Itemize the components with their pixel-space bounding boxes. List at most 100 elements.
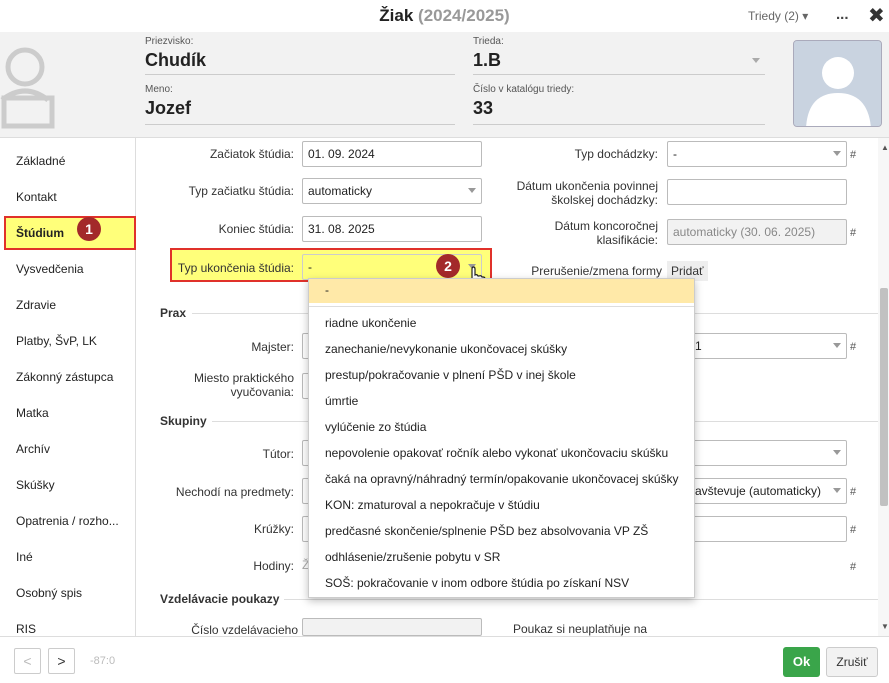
student-photo[interactable] bbox=[793, 40, 882, 127]
zaciatok-label: Začiatok štúdia: bbox=[209, 147, 294, 161]
datum-konc-label-1: Dátum koncoročnej bbox=[554, 219, 658, 233]
prax-section-title: Prax bbox=[160, 306, 187, 320]
triedy-dropdown[interactable]: Triedy (2) ▾ bbox=[748, 9, 808, 23]
miesto-label-1: Miesto praktického bbox=[193, 371, 294, 385]
dropdown-option[interactable]: riadne ukončenie bbox=[325, 316, 416, 330]
sidebar-item-ris[interactable]: RIS bbox=[16, 622, 36, 636]
user-laptop-icon bbox=[0, 47, 55, 129]
sidebar-item-skusky[interactable]: Skúšky bbox=[16, 478, 55, 492]
nechodi-select-right[interactable]: avštevuje (automaticky) bbox=[690, 478, 847, 504]
cancel-button[interactable]: Zrušiť bbox=[826, 647, 878, 677]
koniec-label: Koniec štúdia: bbox=[218, 222, 294, 236]
ok-button[interactable]: Ok bbox=[783, 647, 820, 677]
window-year: (2024/2025) bbox=[418, 6, 510, 25]
sidebar-item-osobny-spis[interactable]: Osobný spis bbox=[16, 586, 82, 600]
sidebar-item-ine[interactable]: Iné bbox=[16, 550, 33, 564]
dropdown-option-highlight bbox=[309, 279, 694, 303]
prerusenie-label: Prerušenie/zmena formy bbox=[531, 264, 662, 278]
caret-down-icon bbox=[468, 188, 476, 193]
more-options-icon[interactable]: ... bbox=[836, 6, 849, 23]
sidebar-item-zdravie[interactable]: Zdravie bbox=[16, 298, 56, 312]
datum-konc-label-2: klasifikácie: bbox=[596, 233, 658, 247]
step-badge-2: 2 bbox=[436, 254, 460, 278]
cislo-value: 33 bbox=[473, 98, 494, 118]
caret-down-icon bbox=[833, 450, 841, 455]
poukaz-label: Poukaz si neuplatňuje na bbox=[513, 622, 648, 636]
trieda-caret-icon[interactable] bbox=[752, 58, 760, 63]
miesto-label-2: vyučovania: bbox=[230, 385, 294, 399]
dropdown-option[interactable]: nepovolenie opakovať ročník alebo vykona… bbox=[325, 446, 668, 460]
scroll-up-icon[interactable]: ▲ bbox=[881, 143, 889, 152]
kruzky-input-right[interactable] bbox=[690, 516, 847, 542]
tutor-select-right[interactable] bbox=[690, 440, 847, 466]
sidebar-item-vysvedcenia[interactable]: Vysvedčenia bbox=[16, 262, 84, 276]
footer: < > -87:0 Ok Zrušiť bbox=[0, 636, 889, 683]
dropdown-option[interactable]: odhlásenie/zrušenie pobytu v SR bbox=[325, 550, 500, 564]
hash-icon[interactable]: # bbox=[850, 149, 856, 161]
sidebar-item-archiv[interactable]: Archív bbox=[16, 442, 50, 456]
student-header: Priezvisko: Chudík Trieda: 1.B Meno: Joz… bbox=[0, 32, 889, 138]
scroll-down-icon[interactable]: ▼ bbox=[881, 622, 889, 631]
typ-dochadzky-label: Typ dochádzky: bbox=[574, 147, 658, 161]
sidebar-item-kontakt[interactable]: Kontakt bbox=[16, 190, 57, 204]
nechodi-label: Nechodí na predmety: bbox=[175, 485, 294, 499]
priezvisko-label: Priezvisko: bbox=[145, 36, 194, 47]
meno-label: Meno: bbox=[145, 84, 173, 95]
cislo-label: Číslo v katalógu triedy: bbox=[473, 84, 575, 95]
cislo-vzd-label: Číslo vzdelávacieho bbox=[191, 623, 298, 637]
hodiny-label: Hodiny: bbox=[253, 559, 294, 573]
majster-label: Majster: bbox=[251, 340, 294, 354]
datum-ukoncenia-label-1: Dátum ukončenia povinnej bbox=[516, 179, 658, 193]
hash-icon[interactable]: # bbox=[850, 524, 856, 536]
dropdown-option[interactable]: vylúčenie zo štúdia bbox=[325, 420, 426, 434]
next-button[interactable]: > bbox=[48, 648, 75, 674]
cislo-vzd-input[interactable] bbox=[302, 618, 482, 636]
hash-icon[interactable]: # bbox=[850, 227, 856, 239]
dropdown-option[interactable]: - bbox=[325, 283, 329, 297]
skupiny-section-title: Skupiny bbox=[160, 414, 207, 428]
caret-down-icon: ▾ bbox=[802, 9, 809, 23]
typ-zaciatku-select[interactable]: automaticky bbox=[302, 178, 482, 204]
scrollbar-thumb[interactable] bbox=[880, 288, 888, 506]
sidebar-item-studium[interactable]: Štúdium bbox=[16, 226, 64, 240]
zaciatok-input[interactable]: 01. 09. 2024 bbox=[302, 141, 482, 167]
dropdown-option[interactable]: SOŠ: pokračovanie v inom odbore štúdia p… bbox=[325, 576, 629, 590]
sidebar-item-matka[interactable]: Matka bbox=[16, 406, 49, 420]
dropdown-option[interactable]: zanechanie/nevykonanie ukončovacej skúšk… bbox=[325, 342, 567, 356]
trieda-value[interactable]: 1.B bbox=[473, 50, 501, 71]
prev-button[interactable]: < bbox=[14, 648, 41, 674]
koniec-input[interactable]: 31. 08. 2025 bbox=[302, 216, 482, 242]
record-code: -87:0 bbox=[90, 655, 116, 667]
meno-value: Jozef bbox=[145, 98, 192, 118]
dropdown-option[interactable]: čaká na opravný/náhradný termín/opakovan… bbox=[325, 472, 679, 486]
majster-select-right[interactable]: 1 bbox=[690, 333, 847, 359]
hash-icon[interactable]: # bbox=[850, 486, 856, 498]
poukazy-section-title: Vzdelávacie poukazy bbox=[160, 592, 280, 606]
caret-down-icon bbox=[833, 151, 841, 156]
kruzky-label: Krúžky: bbox=[253, 522, 294, 536]
trieda-label: Trieda: bbox=[473, 36, 504, 47]
datum-ukoncenia-label-2: školskej dochádzky: bbox=[551, 193, 658, 207]
sidebar-item-zakladne[interactable]: Základné bbox=[16, 154, 65, 168]
caret-down-icon bbox=[833, 488, 841, 493]
priezvisko-value: Chudík bbox=[145, 50, 206, 70]
typ-dochadzky-select[interactable]: - bbox=[667, 141, 847, 167]
dropdown-option[interactable]: prestup/pokračovanie v plnení PŠD v inej… bbox=[325, 368, 576, 382]
sidebar-item-opatrenia[interactable]: Opatrenia / rozho... bbox=[16, 514, 119, 528]
sidebar-item-zakonny-zastupca[interactable]: Zákonný zástupca bbox=[16, 370, 113, 384]
typ-zaciatku-label: Typ začiatku štúdia: bbox=[188, 184, 294, 198]
step-badge-1: 1 bbox=[77, 217, 101, 241]
dropdown-option[interactable]: KON: zmaturoval a nepokračuje v štúdiu bbox=[325, 498, 540, 512]
typ-ukoncenia-dropdown-list[interactable]: - riadne ukončenie zanechanie/nevykonani… bbox=[308, 278, 695, 598]
typ-ukoncenia-label: Typ ukončenia štúdia: bbox=[177, 261, 294, 275]
person-silhouette-icon bbox=[794, 41, 881, 126]
sidebar-item-platby[interactable]: Platby, ŠvP, LK bbox=[16, 334, 97, 348]
dropdown-option[interactable]: predčasné skončenie/splnenie PŠD bez abs… bbox=[325, 524, 648, 538]
datum-konc-input[interactable]: automaticky (30. 06. 2025) bbox=[667, 219, 847, 245]
dropdown-option[interactable]: úmrtie bbox=[325, 394, 358, 408]
hash-icon[interactable]: # bbox=[850, 341, 856, 353]
datum-ukoncenia-input[interactable] bbox=[667, 179, 847, 205]
hash-icon[interactable]: # bbox=[850, 561, 856, 573]
caret-down-icon bbox=[833, 343, 841, 348]
close-icon[interactable]: ✖ bbox=[868, 3, 885, 28]
